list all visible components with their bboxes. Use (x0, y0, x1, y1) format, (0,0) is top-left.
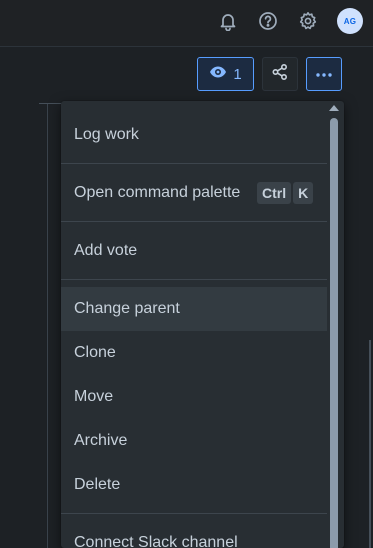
menu-item-label: Open command palette (74, 184, 241, 201)
top-navigation-bar: AG (0, 0, 373, 47)
menu-item-change-parent[interactable]: Change parent (61, 287, 327, 331)
menu-divider (61, 163, 327, 164)
eye-icon (209, 65, 227, 83)
menu-item-label: Log work (74, 126, 139, 143)
menu-item-add-vote[interactable]: Add vote (61, 229, 327, 273)
menu-item-delete[interactable]: Delete (61, 463, 327, 507)
menu-item-label: Change parent (74, 300, 180, 317)
menu-item-move[interactable]: Move (61, 375, 327, 419)
question-circle-icon[interactable] (256, 9, 280, 33)
menu-item-label: Archive (74, 432, 128, 449)
page-scrollbar[interactable] (369, 340, 371, 548)
menu-item-archive[interactable]: Archive (61, 419, 327, 463)
avatar[interactable]: AG (337, 8, 363, 34)
watch-button[interactable]: 1 (197, 57, 254, 91)
watch-count: 1 (233, 65, 242, 83)
shortcut-key-ctrl: Ctrl (257, 182, 292, 204)
menu-item-label: Delete (74, 476, 121, 493)
gear-icon[interactable] (296, 9, 320, 33)
menu-item-label: Add vote (74, 242, 138, 259)
menu-divider (61, 513, 327, 514)
more-horizontal-icon (315, 65, 333, 83)
menu-item-label: Clone (74, 344, 116, 361)
menu-scrollbar-thumb[interactable] (330, 118, 338, 548)
share-icon (271, 63, 289, 86)
menu-divider (61, 221, 327, 222)
more-actions-button[interactable] (306, 57, 342, 91)
menu-item-connect-slack-channel[interactable]: Connect Slack channel (61, 521, 327, 548)
shortcut-key-k: K (293, 182, 314, 204)
page-divider (39, 103, 63, 104)
menu-divider (61, 279, 327, 280)
menu-item-log-work[interactable]: Log work (61, 113, 327, 157)
keyboard-shortcut: Ctrl K (257, 182, 314, 204)
menu-item-clone[interactable]: Clone (61, 331, 327, 375)
bell-icon[interactable] (216, 9, 240, 33)
menu-item-label: Connect Slack channel (74, 534, 238, 548)
share-button[interactable] (262, 57, 298, 91)
menu-item-open-command-palette[interactable]: Open command palette Ctrl K (61, 171, 327, 215)
menu-item-label: Move (74, 388, 114, 405)
scroll-up-arrow-icon[interactable] (329, 105, 339, 111)
more-actions-menu: Log work Open command palette Ctrl K Add… (61, 101, 344, 548)
avatar-initials: AG (343, 16, 357, 26)
page-border (47, 104, 48, 548)
